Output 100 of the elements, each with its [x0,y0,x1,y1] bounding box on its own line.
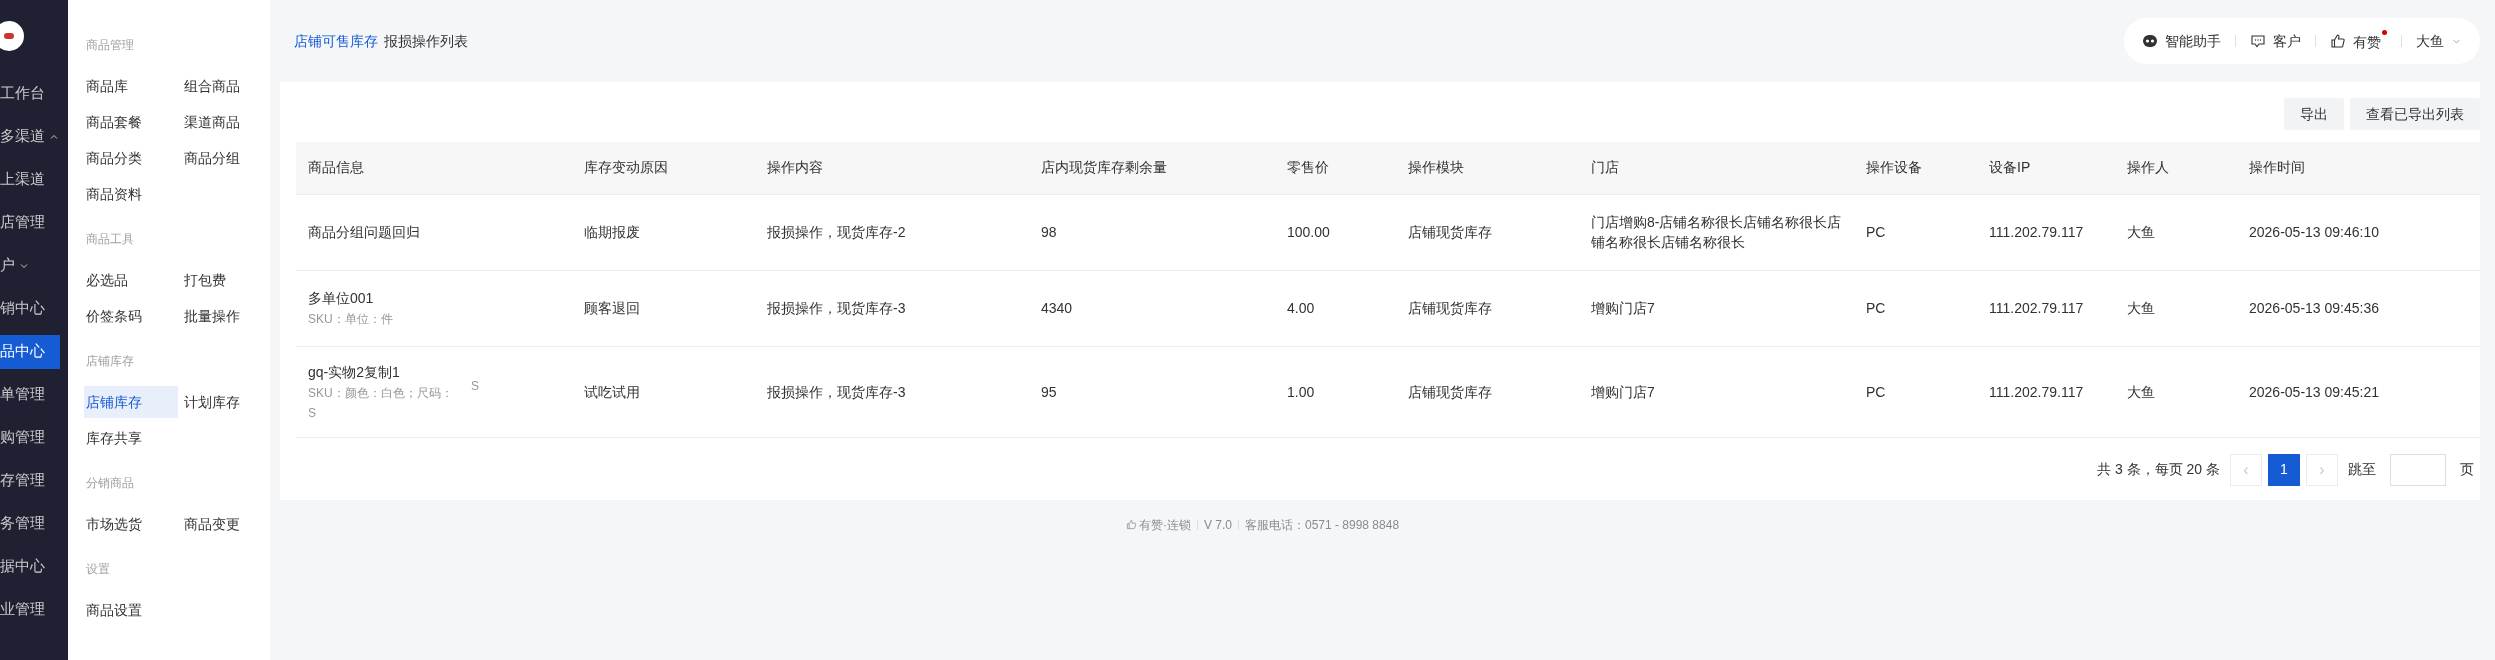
column-header: 零售价 [1275,142,1396,194]
robot-icon [2142,33,2158,49]
nav-item[interactable]: 上渠道 [0,162,60,197]
table-cell: 4340 [1029,270,1275,346]
table-cell: 报损操作，现货库存-3 [755,270,1029,346]
nav-item[interactable]: 销中心 [0,291,60,326]
table-cell: 试吃试用 [572,346,755,437]
nav-item[interactable]: 购管理 [0,420,60,455]
submenu-item[interactable]: 市场选货 [84,508,178,540]
table-cell: 111.202.79.117 [1977,194,2115,270]
export-list-button[interactable]: 查看已导出列表 [2350,98,2480,130]
page-unit-label: 页 [2460,460,2474,479]
thumbs-up-icon [2330,33,2346,49]
nav-item[interactable]: 户 [0,248,60,283]
table-cell: 门店增购8-店铺名称很长店铺名称很长店铺名称很长店铺名称很长 [1579,194,1854,270]
table-cell: 2026-05-13 09:46:10 [2237,194,2480,270]
sku-text: SKU：颜色：白色；尺码：S [308,384,454,422]
page-jump-input[interactable] [2390,453,2446,486]
column-header: 操作时间 [2237,142,2480,194]
column-header: 库存变动原因 [572,142,755,194]
submenu-item[interactable]: 价签条码 [84,300,178,332]
thumbs-up-icon [1125,519,1137,530]
chat-icon [2250,33,2266,49]
header-user-menu[interactable]: 大鱼 [2416,30,2462,52]
table-cell: 报损操作，现货库存-3 [755,346,1029,437]
table-cell: 店铺现货库存 [1396,346,1579,437]
column-header: 商品信息 [296,142,572,194]
table-cell: 2026-05-13 09:45:36 [2237,270,2480,346]
export-button[interactable]: 导出 [2284,98,2344,130]
column-header: 操作设备 [1854,142,1977,194]
submenu-item[interactable]: 批量操作 [182,300,276,332]
table-cell: 店铺现货库存 [1396,194,1579,270]
header-assistant-button[interactable]: 智能助手 [2142,30,2221,52]
jump-label: 跳至 [2348,460,2376,479]
submenu-item[interactable]: 计划库存 [182,386,276,418]
submenu-item[interactable]: 店铺库存 [84,386,178,418]
footer-brand: 有赞·连锁 [1138,516,1191,534]
submenu-item[interactable]: 商品资料 [84,178,178,210]
breadcrumb-link[interactable]: 店铺可售库存 [294,30,378,52]
product-name: 商品分组问题回归 [308,223,421,242]
submenu-group-title: 分销商品 [86,475,135,492]
column-header: 操作模块 [1396,142,1579,194]
submenu-item[interactable]: 商品设置 [84,594,178,626]
submenu-group-title: 店铺库存 [86,353,135,370]
table-cell: 大鱼 [2115,194,2237,270]
sku-overflow-text: S [471,377,479,395]
nav-item[interactable]: 务管理 [0,506,60,541]
table-cell: PC [1854,346,1977,437]
submenu-group-title: 商品管理 [86,37,135,54]
submenu-item[interactable]: 商品库 [84,70,178,102]
nav-item[interactable]: 品中心 [0,334,60,369]
column-header: 操作内容 [755,142,1029,194]
submenu-item[interactable]: 商品套餐 [84,106,178,138]
submenu-item[interactable]: 商品变更 [182,508,276,540]
table-cell: 临期报废 [572,194,755,270]
header-customer-button[interactable]: 客户 [2250,30,2301,52]
nav-item[interactable]: 单管理 [0,377,60,412]
nav-item[interactable]: 业管理 [0,592,60,627]
nav-item[interactable]: 多渠道 [0,119,60,154]
table-cell: 增购门店7 [1579,270,1854,346]
table-cell: 4.00 [1275,270,1396,346]
table-cell: PC [1854,270,1977,346]
nav-item[interactable]: 店管理 [0,205,60,240]
footer-version: V 7.0 [1203,516,1232,534]
table-cell: 1.00 [1275,346,1396,437]
table-cell: 报损操作，现货库存-2 [755,194,1029,270]
product-name: gq-实物2复制1 [308,362,401,382]
submenu-item[interactable]: 库存共享 [84,422,178,454]
table-cell: 增购门店7 [1579,346,1854,437]
table-cell: 店铺现货库存 [1396,270,1579,346]
pagination-summary: 共 3 条，每页 20 条 [2097,460,2220,479]
sku-text: SKU：单位：件 [308,311,394,328]
submenu-item[interactable]: 组合商品 [182,70,276,102]
table-cell: 98 [1029,194,1275,270]
table-cell: 111.202.79.117 [1977,270,2115,346]
table-cell: 大鱼 [2115,346,2237,437]
column-header: 设备IP [1977,142,2115,194]
submenu-group-title: 商品工具 [86,231,135,248]
column-header: 门店 [1579,142,1854,194]
column-header: 店内现货库存剩余量 [1029,142,1275,194]
submenu-item[interactable]: 必选品 [84,264,178,296]
table-cell: 111.202.79.117 [1977,346,2115,437]
page-button[interactable]: 1 [2268,453,2300,486]
submenu-item[interactable]: 渠道商品 [182,106,276,138]
product-name: 多单位001 [308,289,375,308]
column-header: 操作人 [2115,142,2237,194]
nav-item[interactable]: 工作台 [0,76,60,111]
table-cell: 100.00 [1275,194,1396,270]
table-cell: 2026-05-13 09:45:21 [2237,346,2480,437]
submenu-item[interactable]: 打包费 [182,264,276,296]
logo-icon [0,21,24,51]
header-brand-link[interactable]: 有赞 [2330,29,2387,53]
table-cell: PC [1854,194,1977,270]
table-cell: 95 [1029,346,1275,437]
nav-item[interactable]: 据中心 [0,549,60,584]
nav-item[interactable]: 存管理 [0,463,60,498]
submenu-item[interactable]: 商品分组 [182,142,276,174]
submenu-group-title: 设置 [86,561,111,578]
footer-phone: 客服电话：0571 - 8998 8848 [1244,516,1400,534]
submenu-item[interactable]: 商品分类 [84,142,178,174]
